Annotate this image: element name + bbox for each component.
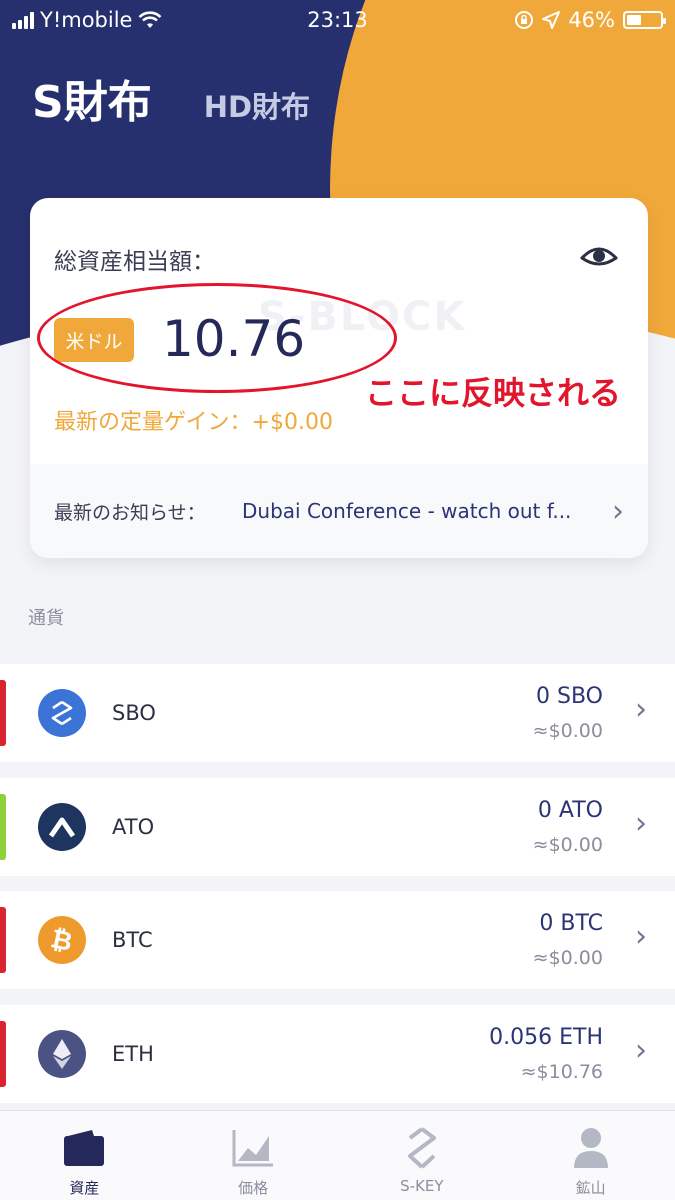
row-stripe: [0, 1021, 6, 1087]
coin-fiat-value: ≈$0.00: [532, 947, 603, 969]
nav-mine[interactable]: 鉱山: [506, 1111, 675, 1200]
coin-name: ATO: [112, 815, 155, 839]
tab-hd-wallet[interactable]: HD財布: [204, 84, 310, 126]
ato-coin-icon: [38, 803, 86, 851]
coin-row-ato[interactable]: ATO 0 ATO ≈$0.00 ›: [0, 778, 675, 876]
eye-icon[interactable]: [580, 242, 618, 270]
ethereum-icon: [38, 1030, 86, 1078]
coin-fiat-value: ≈$0.00: [532, 720, 603, 742]
tab-s-wallet[interactable]: S財布: [32, 66, 152, 130]
coin-name: SBO: [112, 701, 156, 725]
annotation-text: ここに反映される: [365, 374, 622, 412]
skey-icon: [399, 1125, 445, 1171]
coin-row-eth[interactable]: ETH 0.056 ETH ≈$10.76 ›: [0, 1005, 675, 1103]
chevron-right-icon[interactable]: ›: [635, 692, 647, 727]
battery-percent: 46%: [568, 8, 615, 32]
chevron-right-icon[interactable]: ›: [635, 919, 647, 954]
cellular-signal-icon: [12, 11, 34, 29]
bitcoin-icon: ₿: [38, 916, 86, 964]
news-text[interactable]: Dubai Conference - watch out f...: [242, 499, 592, 523]
news-label: 最新のお知らせ：: [54, 501, 206, 524]
chevron-right-icon[interactable]: ›: [635, 1033, 647, 1068]
nav-label: S-KEY: [400, 1177, 444, 1195]
bottom-nav: 資産 価格 S-KEY 鉱山: [0, 1110, 675, 1200]
row-stripe: [0, 907, 6, 973]
nav-label: 鉱山: [575, 1179, 606, 1197]
coin-fiat-value: ≈$10.76: [520, 1061, 603, 1083]
row-stripe: [0, 680, 6, 746]
annotation-highlight-oval: [37, 283, 397, 393]
coin-row-sbo[interactable]: SBO 0 SBO ≈$0.00 ›: [0, 664, 675, 762]
wallet-icon: [61, 1125, 107, 1171]
coin-amount: 0 SBO: [536, 684, 603, 709]
nav-s-key[interactable]: S-KEY: [338, 1111, 507, 1200]
coin-name: ETH: [112, 1042, 154, 1066]
carrier-name: Y!mobile: [40, 8, 133, 32]
coin-amount: 0.056 ETH: [489, 1025, 603, 1050]
chevron-right-icon[interactable]: ›: [612, 494, 624, 529]
coin-row-btc[interactable]: ₿ BTC 0 BTC ≈$0.00 ›: [0, 891, 675, 989]
rotation-lock-icon: [515, 11, 534, 29]
status-bar: Y!mobile 23:13 46%: [0, 0, 675, 40]
nav-label: 価格: [238, 1179, 269, 1197]
chart-icon: [230, 1125, 276, 1171]
location-arrow-icon: [542, 11, 561, 29]
total-assets-label: 総資産相当額：: [54, 249, 215, 275]
row-stripe: [0, 794, 6, 860]
chevron-right-icon[interactable]: ›: [635, 806, 647, 841]
coin-name: BTC: [112, 928, 153, 952]
nav-price[interactable]: 価格: [169, 1111, 338, 1200]
coin-amount: 0 ATO: [537, 798, 603, 823]
battery-icon: [623, 11, 666, 29]
user-icon: [568, 1125, 614, 1171]
nav-label: 資産: [69, 1179, 100, 1197]
nav-assets[interactable]: 資産: [0, 1111, 169, 1200]
coin-fiat-value: ≈$0.00: [532, 834, 603, 856]
news-row[interactable]: 最新のお知らせ： Dubai Conference - watch out f.…: [30, 464, 648, 558]
sbo-coin-icon: [38, 689, 86, 737]
wifi-icon: [139, 11, 162, 28]
latest-gain: 最新の定量ゲイン：+$0.00: [54, 410, 333, 435]
wallet-tabs: S財布 HD財布: [32, 66, 310, 130]
currency-section-title: 通貨: [28, 608, 64, 629]
coin-amount: 0 BTC: [539, 911, 603, 936]
